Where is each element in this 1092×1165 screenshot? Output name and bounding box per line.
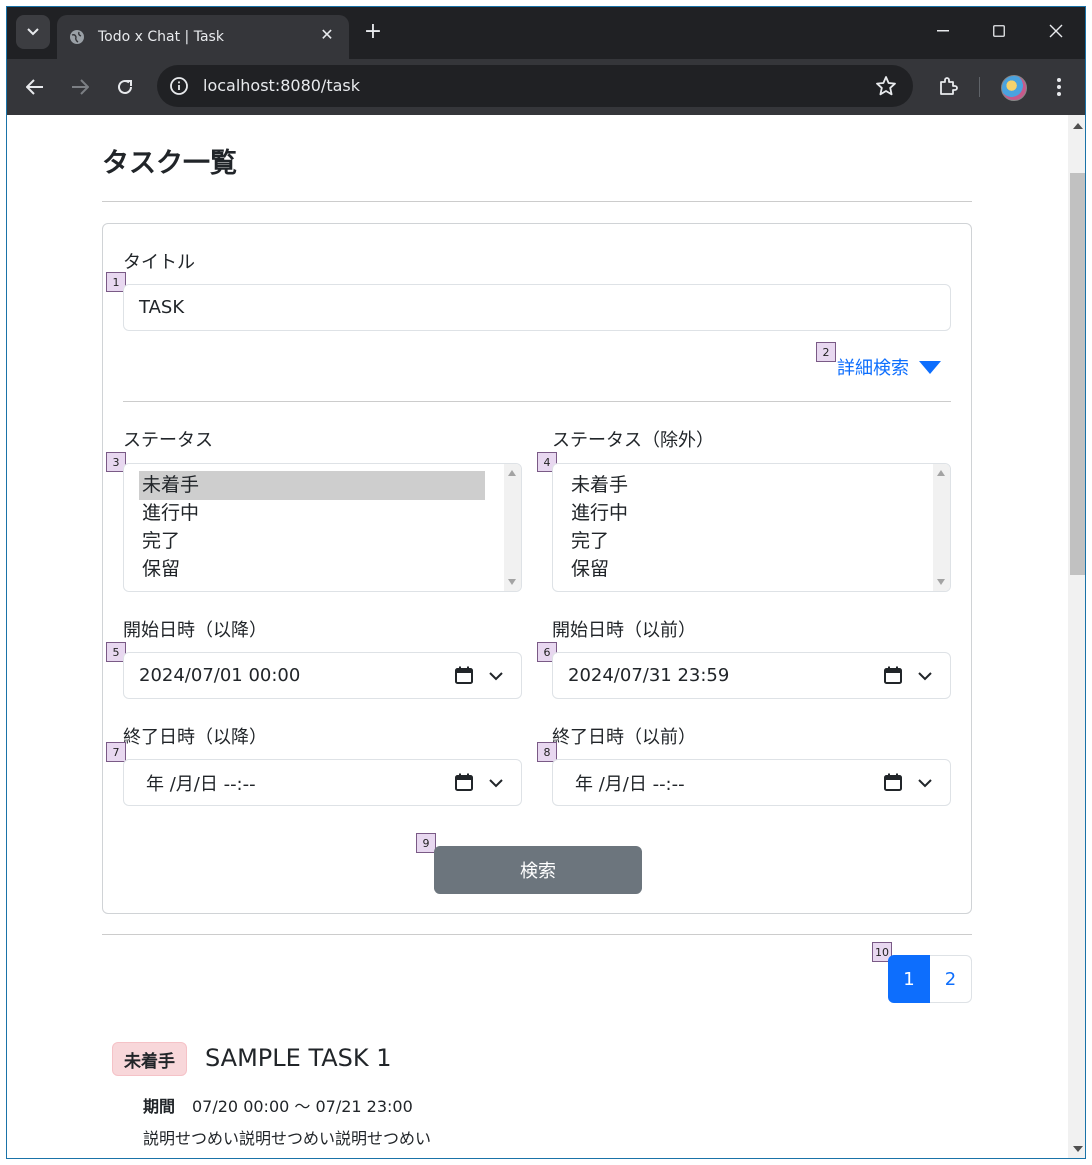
scroll-thumb[interactable] (1070, 173, 1085, 575)
address-bar[interactable]: localhost:8080/task (157, 65, 913, 107)
status-exclude-option[interactable]: 完了 (568, 527, 609, 556)
calendar-icon[interactable] (455, 666, 473, 684)
menu-icon[interactable] (1046, 74, 1072, 100)
toolbar-separator (979, 77, 980, 97)
globe-icon (70, 30, 84, 44)
browser-toolbar: localhost:8080/task (7, 59, 1085, 115)
scroll-down-arrow[interactable] (1073, 1146, 1083, 1152)
chevron-down-icon[interactable] (487, 667, 505, 685)
select-scrollbar[interactable] (933, 464, 950, 591)
pagination: 1 2 (888, 955, 972, 1003)
divider (123, 401, 951, 402)
start-before-input[interactable]: 2024/07/31 23:59 (552, 652, 951, 699)
back-icon[interactable] (22, 74, 48, 100)
calendar-icon[interactable] (884, 666, 902, 684)
url-text[interactable]: localhost:8080/task (203, 76, 360, 95)
task-description: 説明せつめい説明せつめい説明せつめい (143, 1129, 432, 1148)
end-before-input[interactable]: 年 /月/日 --:-- (552, 759, 951, 806)
window-close-icon[interactable] (1044, 19, 1068, 43)
forward-icon[interactable] (67, 74, 93, 100)
end-after-input[interactable]: 年 /月/日 --:-- (123, 759, 522, 806)
search-form-card: タイトル 1 TASK 2 詳細検索 ステータス 3 未着手 進行中 完了 保留 (102, 223, 972, 914)
start-after-input[interactable]: 2024/07/01 00:00 (123, 652, 522, 699)
status-option[interactable]: 進行中 (139, 499, 199, 528)
tab-title: Todo x Chat | Task (98, 29, 224, 45)
calendar-icon[interactable] (884, 773, 902, 791)
search-button[interactable]: 検索 (434, 846, 642, 894)
close-tab-icon[interactable]: ✕ (319, 27, 335, 43)
reload-icon[interactable] (112, 74, 138, 100)
marker-9: 9 (416, 833, 436, 853)
status-badge: 未着手 (112, 1042, 187, 1076)
page-link-1[interactable]: 1 (888, 955, 930, 1003)
end-before-value[interactable]: 年 /月/日 --:-- (575, 770, 685, 796)
extensions-icon[interactable] (935, 74, 961, 100)
advanced-search-label[interactable]: 詳細検索 (837, 354, 909, 380)
chevron-down-icon[interactable] (916, 774, 934, 792)
chevron-down-icon[interactable] (916, 667, 934, 685)
task-title[interactable]: SAMPLE TASK 1 (205, 1044, 392, 1072)
start-after-label: 開始日時（以降） (123, 620, 267, 641)
marker-2: 2 (816, 342, 836, 362)
status-label: ステータス (123, 430, 213, 451)
profile-avatar[interactable] (1001, 75, 1027, 101)
status-option[interactable]: 保留 (139, 555, 180, 584)
divider (102, 201, 972, 202)
task-period-label: 期間 (143, 1097, 176, 1116)
advanced-search-toggle[interactable]: 詳細検索 (837, 354, 941, 380)
bookmark-star-icon[interactable] (875, 75, 897, 97)
status-exclude-option[interactable]: 保留 (568, 555, 609, 584)
end-before-label: 終了日時（以前） (552, 727, 696, 748)
select-scrollbar[interactable] (504, 464, 521, 591)
status-select[interactable]: 未着手 進行中 完了 保留 (123, 463, 522, 592)
status-option[interactable]: 未着手 (139, 471, 485, 500)
minimize-icon[interactable] (931, 19, 955, 43)
caret-down-icon[interactable] (919, 360, 941, 374)
title-input[interactable]: TASK (123, 284, 951, 331)
tab-strip: Todo x Chat | Task ✕ + (7, 7, 1085, 59)
start-after-value[interactable]: 2024/07/01 00:00 (139, 665, 300, 686)
end-after-label: 終了日時（以降） (123, 727, 267, 748)
browser-tab[interactable]: Todo x Chat | Task ✕ (57, 15, 349, 59)
status-exclude-select[interactable]: 未着手 進行中 完了 保留 (552, 463, 951, 592)
page-title: タスク一覧 (102, 148, 237, 179)
page-scrollbar[interactable] (1068, 115, 1085, 1158)
tab-search-button[interactable] (16, 15, 50, 49)
chevron-down-icon[interactable] (487, 774, 505, 792)
marker-7: 7 (106, 742, 126, 762)
calendar-icon[interactable] (455, 773, 473, 791)
scroll-up-arrow[interactable] (1073, 123, 1083, 129)
new-tab-icon[interactable]: + (362, 21, 384, 43)
status-exclude-option[interactable]: 未着手 (568, 471, 628, 500)
browser-window: Todo x Chat | Task ✕ + localhost:8080/ta… (6, 6, 1086, 1159)
site-info-icon[interactable] (169, 76, 189, 96)
task-period: 07/20 00:00 〜 07/21 23:00 (192, 1097, 413, 1116)
page-viewport: タスク一覧 タイトル 1 TASK 2 詳細検索 ステータス 3 未着手 進行中 (7, 115, 1085, 1158)
end-after-value[interactable]: 年 /月/日 --:-- (146, 770, 256, 796)
start-before-value[interactable]: 2024/07/31 23:59 (568, 665, 729, 686)
status-option[interactable]: 完了 (139, 527, 180, 556)
maximize-icon[interactable] (987, 19, 1011, 43)
chevron-down-icon (27, 28, 39, 36)
status-exclude-label: ステータス（除外） (552, 430, 714, 451)
title-label: タイトル (123, 252, 195, 273)
page-link-2[interactable]: 2 (930, 955, 972, 1003)
status-exclude-option[interactable]: 進行中 (568, 499, 628, 528)
start-before-label: 開始日時（以前） (552, 620, 696, 641)
divider (102, 934, 972, 935)
